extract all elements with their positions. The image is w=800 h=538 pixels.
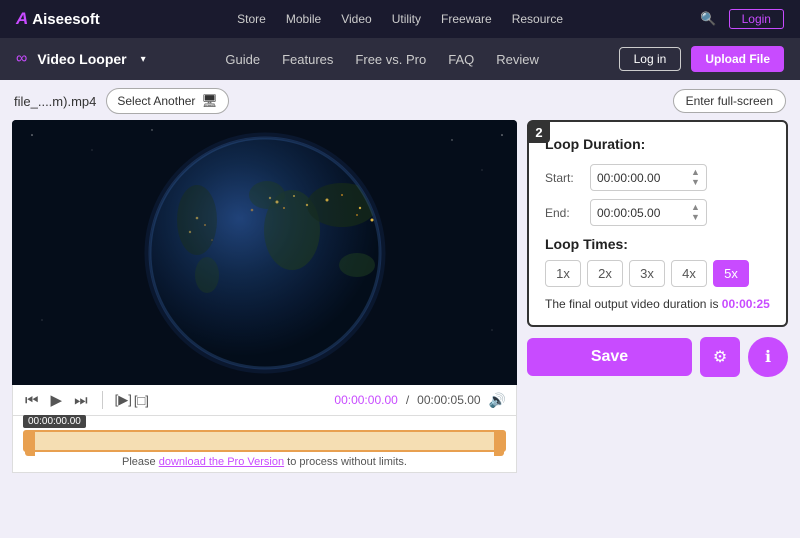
second-nav-links: Guide Features Free vs. Pro FAQ Review: [225, 52, 538, 67]
loop-1x-button[interactable]: 1x: [545, 260, 581, 287]
output-prefix: The final output video duration is: [545, 297, 722, 311]
start-spinner[interactable]: ▲ ▼: [691, 168, 700, 187]
search-icon[interactable]: 🔍: [700, 11, 716, 27]
output-time-value: 00:00:25: [722, 297, 770, 311]
save-button[interactable]: Save: [527, 338, 692, 376]
save-info-button[interactable]: ℹ: [748, 337, 788, 377]
log-in-button[interactable]: Log in: [619, 47, 682, 71]
play-button[interactable]: ▶: [49, 389, 65, 411]
nav-features[interactable]: Features: [282, 52, 333, 67]
video-display: [12, 120, 517, 385]
bracket-right-icon: [□]: [134, 393, 149, 408]
chevron-down-icon[interactable]: ▾: [141, 54, 146, 65]
timeline-area: 00:00:00.00 Please download the Pro Vers…: [12, 416, 517, 473]
time-separator: /: [406, 393, 409, 407]
loop-2x-button[interactable]: 2x: [587, 260, 623, 287]
start-time-input[interactable]: [597, 171, 687, 185]
pro-message: Please download the Pro Version to proce…: [23, 456, 506, 468]
end-time-input[interactable]: [597, 206, 687, 220]
loop-duration-box: 2 Loop Duration: Start: ▲ ▼ End:: [527, 120, 788, 327]
nav-review[interactable]: Review: [496, 52, 539, 67]
end-time-row: End: ▲ ▼: [545, 199, 770, 226]
nav-guide[interactable]: Guide: [225, 52, 260, 67]
volume-icon[interactable]: 🔊: [489, 392, 506, 409]
pro-message-suffix: to process without limits.: [284, 456, 407, 468]
timeline-time-label: 00:00:00.00: [23, 415, 86, 428]
nav-resource[interactable]: Resource: [512, 12, 563, 26]
app-brand: ∞ Video Looper ▾: [16, 50, 146, 68]
loop-duration-title: Loop Duration:: [545, 136, 770, 152]
main-content: file_....m).mp4 Select Another 🖥 Enter f…: [0, 80, 800, 481]
loop-icon: ∞: [16, 50, 27, 68]
skip-back-button[interactable]: ⏮: [23, 390, 41, 411]
nav-utility[interactable]: Utility: [392, 12, 421, 26]
nav-video[interactable]: Video: [341, 12, 371, 26]
second-nav-right: Log in Upload File: [619, 46, 784, 72]
timeline-handle-left[interactable]: [25, 430, 35, 456]
save-bar: Save ⚙ ℹ: [527, 337, 788, 377]
video-earth-visual: [12, 120, 517, 385]
editor-area: ⏮ ▶ ⏭ [▶] [□] 00:00:00.00 / 00:00:05.00 …: [12, 120, 788, 473]
end-time-input-wrapper: ▲ ▼: [590, 199, 707, 226]
spin-up-icon[interactable]: ▲: [691, 168, 700, 177]
top-login-button[interactable]: Login: [729, 9, 784, 29]
monitor-icon: 🖥: [201, 93, 218, 109]
loop-5x-button[interactable]: 5x: [713, 260, 749, 287]
logo-a-letter: A: [16, 9, 28, 29]
start-time-input-wrapper: ▲ ▼: [590, 164, 707, 191]
bracket-controls[interactable]: [▶] [□]: [115, 392, 149, 408]
enter-fullscreen-button[interactable]: Enter full-screen: [673, 89, 786, 113]
top-navigation: A Aiseesoft Store Mobile Video Utility F…: [0, 0, 800, 38]
controls-left: ⏮ ▶ ⏭ [▶] [□]: [23, 389, 149, 411]
skip-forward-button[interactable]: ⏭: [72, 390, 90, 411]
current-time: 00:00:00.00: [334, 393, 397, 407]
nav-freeware[interactable]: Freeware: [441, 12, 492, 26]
bracket-left-icon: [▶]: [115, 392, 132, 408]
top-nav-right: 🔍 Login: [700, 9, 784, 29]
start-label: Start:: [545, 171, 580, 185]
end-spinner[interactable]: ▲ ▼: [691, 203, 700, 222]
select-another-button[interactable]: Select Another 🖥: [106, 88, 229, 114]
nav-store[interactable]: Store: [237, 12, 266, 26]
loop-4x-button[interactable]: 4x: [671, 260, 707, 287]
nav-faq[interactable]: FAQ: [448, 52, 474, 67]
pro-version-link[interactable]: download the Pro Version: [159, 456, 284, 468]
right-panel: 2 Loop Duration: Start: ▲ ▼ End:: [527, 120, 788, 377]
end-label: End:: [545, 206, 580, 220]
output-duration: The final output video duration is 00:00…: [545, 297, 770, 311]
total-time: 00:00:05.00: [417, 393, 480, 407]
timeline-track[interactable]: [23, 430, 506, 452]
spin-down-icon[interactable]: ▼: [691, 178, 700, 187]
pro-message-prefix: Please: [122, 456, 159, 468]
second-navigation: ∞ Video Looper ▾ Guide Features Free vs.…: [0, 38, 800, 80]
logo: A Aiseesoft: [16, 9, 100, 29]
end-spin-down-icon[interactable]: ▼: [691, 213, 700, 222]
box-number: 2: [528, 121, 550, 143]
controls-divider: [102, 391, 103, 409]
gear-icon: ⚙: [713, 347, 727, 367]
app-title: Video Looper: [37, 51, 126, 67]
video-panel: ⏮ ▶ ⏭ [▶] [□] 00:00:00.00 / 00:00:05.00 …: [12, 120, 517, 473]
file-bar-left: file_....m).mp4 Select Another 🖥: [14, 88, 229, 114]
top-nav-links: Store Mobile Video Utility Freeware Reso…: [237, 12, 563, 26]
start-time-row: Start: ▲ ▼: [545, 164, 770, 191]
loop-times-title: Loop Times:: [545, 236, 770, 252]
loop-3x-button[interactable]: 3x: [629, 260, 665, 287]
info-icon: ℹ: [765, 347, 771, 367]
controls-right: 00:00:00.00 / 00:00:05.00 🔊: [334, 392, 506, 409]
upload-file-button[interactable]: Upload File: [691, 46, 784, 72]
file-bar: file_....m).mp4 Select Another 🖥 Enter f…: [12, 88, 788, 114]
loop-times-buttons: 1x 2x 3x 4x 5x: [545, 260, 770, 287]
select-another-label: Select Another: [117, 94, 195, 108]
file-name: file_....m).mp4: [14, 94, 96, 109]
end-spin-up-icon[interactable]: ▲: [691, 203, 700, 212]
save-settings-button[interactable]: ⚙: [700, 337, 740, 377]
nav-mobile[interactable]: Mobile: [286, 12, 321, 26]
timeline-handle-right[interactable]: [494, 430, 504, 456]
video-controls: ⏮ ▶ ⏭ [▶] [□] 00:00:00.00 / 00:00:05.00 …: [12, 385, 517, 416]
nav-free-vs-pro[interactable]: Free vs. Pro: [355, 52, 426, 67]
logo-text: Aiseesoft: [32, 11, 100, 28]
